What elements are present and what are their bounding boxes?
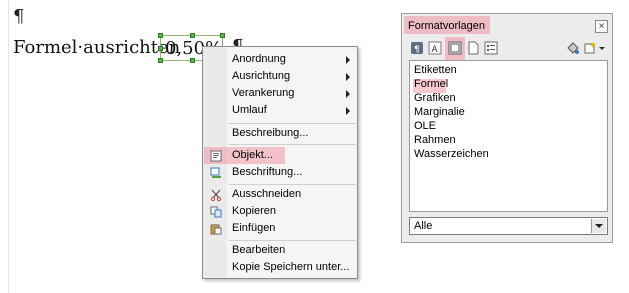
menu-item-bearbeiten[interactable]: Bearbeiten: [204, 243, 356, 259]
style-filter-select[interactable]: Alle: [409, 217, 608, 235]
style-list-item[interactable]: Wasserzeichen: [414, 148, 489, 160]
styles-panel: Formatvorlagen × ¶ A Etiketten Formel Gr…: [401, 13, 613, 243]
character-styles-icon[interactable]: A: [428, 41, 442, 55]
menu-separator: [229, 184, 356, 185]
chevron-down-icon[interactable]: [591, 219, 606, 233]
menu-item-label: Anordnung: [232, 53, 286, 65]
paragraph-styles-icon[interactable]: ¶: [410, 41, 424, 55]
paragraph-mark: ¶: [13, 6, 25, 27]
style-list-item[interactable]: OLE: [414, 120, 436, 132]
menu-item-beschreibung[interactable]: Beschreibung...: [204, 126, 356, 142]
panel-title: Formatvorlagen: [408, 20, 486, 32]
menu-item-umlauf[interactable]: Umlauf: [204, 103, 356, 119]
svg-text:¶: ¶: [414, 45, 420, 55]
menu-item-ausschneiden[interactable]: Ausschneiden: [204, 187, 356, 203]
svg-text:A: A: [432, 45, 439, 55]
selection-handle-tr[interactable]: [220, 33, 225, 38]
menu-item-label: Bearbeiten: [232, 244, 286, 256]
paste-icon: [210, 223, 222, 235]
menu-item-label: Kopieren: [232, 205, 277, 217]
dropdown-arrow-icon[interactable]: [598, 41, 606, 55]
caption-icon: [210, 167, 222, 179]
submenu-arrow-icon: [346, 56, 350, 64]
submenu-arrow-icon: [346, 107, 350, 115]
menu-item-kopieren[interactable]: Kopieren: [204, 204, 356, 220]
menu-item-verankerung[interactable]: Verankerung: [204, 86, 356, 102]
object-icon: [210, 150, 222, 162]
menu-item-anordnung[interactable]: Anordnung: [204, 52, 356, 68]
cut-icon: [210, 189, 222, 202]
menu-item-label: Umlauf: [232, 104, 267, 116]
menu-separator: [229, 240, 356, 241]
menu-separator: [229, 144, 356, 145]
selection-handle-tl[interactable]: [158, 33, 163, 38]
submenu-arrow-icon: [346, 90, 350, 98]
menu-item-label: Kopie Speichern unter...: [232, 261, 350, 273]
menu-item-einfuegen[interactable]: Einfügen: [204, 221, 356, 237]
menu-item-label: Ausrichtung: [232, 70, 291, 82]
style-list-item[interactable]: Rahmen: [414, 134, 456, 146]
menu-item-kopie-speichern[interactable]: Kopie Speichern unter...: [204, 260, 356, 276]
close-icon[interactable]: ×: [595, 20, 608, 33]
style-list-item[interactable]: Etiketten: [414, 64, 457, 76]
menu-item-label: Einfügen: [232, 222, 276, 234]
filter-value: Alle: [414, 220, 433, 232]
menu-item-beschriftung[interactable]: Beschriftung...: [204, 165, 356, 181]
menu-item-ausrichtung[interactable]: Ausrichtung: [204, 69, 356, 85]
selection-handle-tm[interactable]: [190, 33, 195, 38]
page-styles-icon[interactable]: [466, 41, 480, 55]
menu-item-label: Objekt...: [232, 149, 273, 161]
style-list-item[interactable]: Marginalie: [414, 106, 465, 118]
page-margin-line: [8, 0, 9, 293]
selection-handle-bm[interactable]: [190, 58, 195, 63]
fill-format-icon[interactable]: [566, 41, 580, 55]
menu-item-label: Beschriftung...: [232, 166, 303, 178]
context-menu: Anordnung Ausrichtung Verankerung Umlauf…: [202, 46, 358, 279]
menu-separator: [229, 123, 356, 124]
menu-item-label: Verankerung: [232, 87, 295, 99]
new-style-icon[interactable]: [584, 41, 598, 55]
submenu-arrow-icon: [346, 73, 350, 81]
menu-item-label: Beschreibung...: [232, 127, 309, 139]
menu-item-label: Ausschneiden: [232, 188, 302, 200]
style-list[interactable]: Etiketten Formel Grafiken Marginalie OLE…: [409, 60, 608, 212]
selection-handle-bl[interactable]: [158, 58, 163, 63]
menu-item-objekt[interactable]: Objekt...: [204, 148, 356, 164]
copy-icon: [210, 206, 222, 218]
selection-handle-ml[interactable]: [158, 46, 163, 51]
frame-styles-icon[interactable]: [448, 41, 462, 55]
document-text-line[interactable]: Formel·ausrichten: [13, 37, 180, 59]
style-list-item-selected[interactable]: Formel: [414, 78, 448, 90]
style-list-item[interactable]: Grafiken: [414, 92, 456, 104]
list-styles-icon[interactable]: [484, 41, 498, 55]
